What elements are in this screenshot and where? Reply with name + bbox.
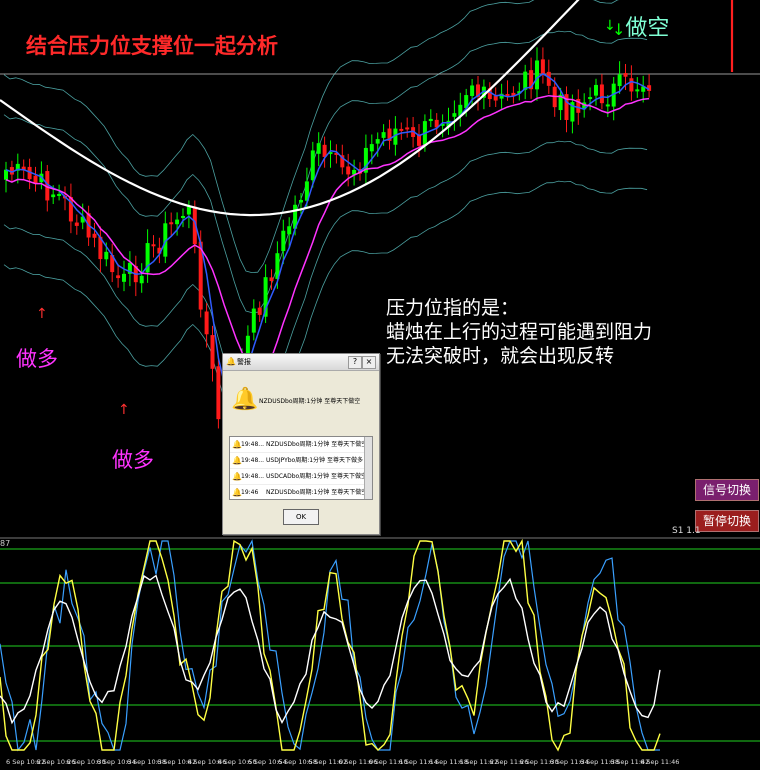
candle-body [617, 74, 622, 87]
list-item[interactable]: 🔔 19:48... NZDUSDbo周期:1分钟 至尊天下做空 [230, 437, 372, 453]
candle-body [428, 118, 433, 122]
candle-body [452, 113, 457, 117]
buy-label-1: 做多 [16, 347, 58, 371]
price-chart[interactable]: ↑ ↑ ↓ [0, 0, 760, 464]
candle-body [540, 59, 545, 74]
time-axis-label: 6 Sep 11:46 [640, 758, 680, 766]
close-button[interactable]: × [362, 356, 376, 369]
candle-body [51, 194, 56, 198]
candle-body [287, 226, 292, 235]
bell-icon: 🔔 [226, 357, 236, 366]
explanation-line-2: 蜡烛在上行的过程可能遇到阻力 [386, 321, 653, 343]
row-message: USDCADbo周期:1分钟 至尊天下做空 [266, 473, 367, 480]
candle-body [204, 311, 209, 335]
candle-body [251, 308, 256, 333]
help-button[interactable]: ? [348, 356, 362, 369]
candle-body [257, 307, 262, 315]
candle-body [629, 78, 634, 92]
list-item[interactable]: 🔔 19:46 NZDUSDbo周期:1分钟 至尊天下做空 [230, 485, 372, 499]
chart-title: 结合压力位支撑位一起分析 [26, 34, 278, 58]
row-time: 19:48... [241, 441, 265, 448]
signal-arrow-icon: ↑ [36, 306, 48, 322]
candle-body [369, 144, 374, 152]
alert-bell-icon: 🔔 [231, 387, 259, 412]
candle-body [151, 244, 156, 247]
candle-body [139, 275, 144, 284]
explanation-line-3: 无法突破时，就会出现反转 [386, 345, 615, 367]
row-message: NZDUSDbo周期:1分钟 至尊天下做空 [266, 489, 368, 496]
oscillator-scale-value: 87 [0, 539, 11, 548]
signal-toggle-button[interactable]: 信号切换 [695, 479, 759, 501]
candle-body [122, 273, 126, 282]
chart-canvas[interactable]: ↑ ↑ ↓ [0, 0, 760, 770]
candle-body [57, 193, 62, 196]
candle-body [116, 275, 121, 279]
alert-history-list[interactable]: 🔔 19:48... NZDUSDbo周期:1分钟 至尊天下做空 🔔 19:48...… [229, 436, 373, 500]
dialog-title: 警报 [237, 358, 251, 366]
price-label: S1 1.1 [672, 526, 701, 536]
row-time: 19:48... [241, 473, 265, 480]
candle-body [175, 219, 180, 225]
candle-body [299, 200, 303, 203]
pause-toggle-button[interactable]: 暂停切换 [695, 510, 759, 532]
candle-body [623, 73, 628, 77]
resistance-explanation: 压力位指的是： 蜡烛在上行的过程可能遇到阻力 无法突破时，就会出现反转 [386, 296, 652, 368]
candle-body [4, 169, 8, 180]
alert-dialog[interactable]: 🔔 警报 ? × 🔔 NZDUSDbo周期:1分钟 至尊天下做空 🔔 19:48.… [222, 353, 380, 535]
candle-body [399, 128, 404, 131]
candle-body [316, 143, 321, 154]
candle-body [535, 60, 539, 90]
buy-label-2: 做多 [112, 448, 154, 472]
row-message: NZDUSDbo周期:1分钟 至尊天下做空 [266, 441, 368, 448]
candle-body [523, 71, 528, 90]
candle-body [245, 335, 250, 355]
list-item[interactable]: 🔔 19:48... USDCADbo周期:1分钟 至尊天下做空 [230, 469, 372, 485]
candle-body [74, 222, 79, 226]
candle-body [210, 335, 215, 369]
time-axis: 6 Sep 10:22 6 Sep 10:26 6 Sep 10:30 6 Sep 1… [0, 756, 760, 770]
candle-body [346, 166, 351, 175]
candle-body [181, 215, 185, 218]
candle-body [169, 222, 174, 225]
sell-label: ↓做空 [612, 10, 669, 42]
explanation-line-1: 压力位指的是： [386, 297, 520, 319]
candle-body [470, 85, 475, 96]
row-message: USDJPYbo周期:1分钟 至尊天下做多 [266, 457, 363, 464]
list-scrollbar[interactable] [364, 437, 372, 499]
candle-body [635, 89, 640, 92]
candle-body [186, 206, 191, 215]
candle-body [310, 150, 315, 181]
down-arrow-icon: ↓ [612, 20, 626, 39]
oscillator-panel[interactable] [0, 537, 760, 752]
candle-body [375, 139, 380, 144]
alert-message: NZDUSDbo周期:1分钟 至尊天下做空 [259, 398, 361, 405]
candle-body [92, 233, 97, 238]
row-time: 19:46 [241, 489, 259, 496]
candle-body [381, 132, 386, 138]
candle-body [605, 104, 610, 107]
candle-body [269, 277, 274, 282]
candle-body [104, 251, 109, 260]
candle-body [493, 96, 498, 101]
candle-body [405, 127, 410, 130]
oscillator-white-line [0, 574, 661, 725]
list-item[interactable]: 🔔 19:48... USDJPYbo周期:1分钟 至尊天下做多 [230, 453, 372, 469]
candle-body [216, 366, 221, 420]
candle-body [599, 84, 604, 104]
candle-body [281, 230, 286, 252]
dialog-titlebar[interactable]: 🔔 警报 ? × [223, 354, 379, 371]
row-time: 19:48... [241, 457, 265, 464]
candle-body [594, 84, 598, 96]
ok-button[interactable]: OK [283, 509, 319, 525]
signal-arrow-icon: ↑ [118, 402, 130, 418]
sell-label-text: 做空 [625, 16, 670, 41]
candle-body [588, 97, 593, 100]
